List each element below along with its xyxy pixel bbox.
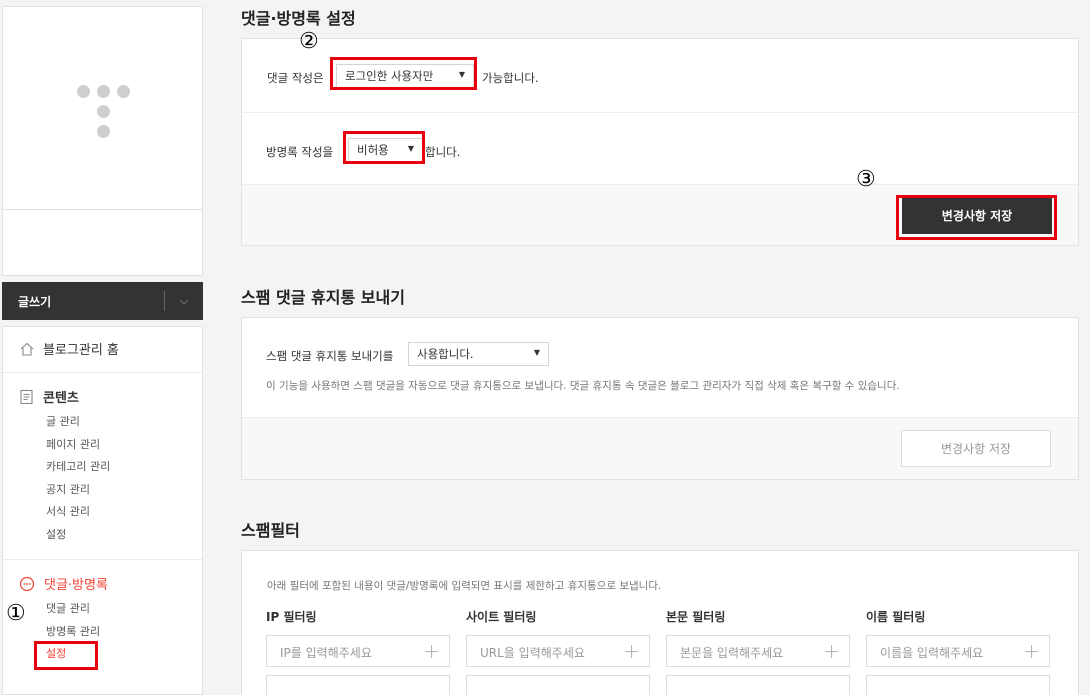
highlight-box-guestbook-select [343, 131, 425, 164]
write-bar[interactable]: 글쓰기 ⌵ [2, 282, 203, 320]
highlight-box-comment-select [330, 57, 477, 90]
chevron-down-icon[interactable]: ⌵ [165, 294, 203, 308]
sidebar-item-contents-settings[interactable]: 설정 [46, 524, 199, 547]
card-divider [3, 209, 202, 210]
section-title-comment-settings: 댓글·방명록 설정 [241, 9, 356, 28]
nav-divider [3, 372, 202, 373]
name-filter-placeholder: 이름을 입력해주세요 [880, 646, 984, 660]
spam-trash-description: 이 기능을 사용하면 스팸 댓글을 자동으로 댓글 휴지통으로 보냅니다. 댓글… [266, 380, 900, 392]
step-1-marker: ① [6, 601, 26, 626]
sidebar-item-pages[interactable]: 페이지 관리 [46, 434, 199, 457]
tistory-logo-icon [77, 85, 137, 145]
sidebar-section-contents: 콘텐츠 글 관리 페이지 관리 카테고리 관리 공지 관리 서식 관리 설정 [19, 387, 199, 546]
section-title-spam-trash: 스팸 댓글 휴지통 보내기 [241, 288, 405, 307]
spam-trash-label: 스팸 댓글 휴지통 보내기를 [266, 349, 394, 363]
ip-filter-list [266, 675, 450, 695]
sidebar-item-comments[interactable]: 댓글·방명록 [19, 574, 199, 593]
step-3-marker: ③ [856, 167, 876, 192]
row-divider [242, 112, 1078, 113]
spam-trash-panel: 스팸 댓글 휴지통 보내기를 사용합니다. ▼ 이 기능을 사용하면 스팸 댓글… [241, 317, 1079, 480]
site-filter-label: 사이트 필터링 [466, 610, 537, 624]
sidebar-item-notices[interactable]: 공지 관리 [46, 479, 199, 502]
spam-filter-description: 아래 필터에 포함된 내용이 댓글/방명록에 입력되면 표시를 제한하고 휴지통… [267, 580, 662, 592]
ip-filter-placeholder: IP를 입력해주세요 [280, 646, 372, 660]
spam-trash-select[interactable]: 사용합니다. ▼ [408, 342, 549, 366]
comment-suffix-text: 가능합니다. [482, 71, 539, 85]
document-icon [20, 389, 33, 404]
sidebar-item-contents[interactable]: 콘텐츠 [19, 387, 199, 406]
guestbook-prefix-text: 방명록 작성을 [266, 145, 334, 159]
save-bar: 변경사항 저장 [242, 417, 1078, 479]
highlight-box-settings [34, 641, 98, 670]
add-icon[interactable]: + [1023, 639, 1040, 663]
section-title-spam-filter: 스팸필터 [241, 521, 300, 540]
body-filter-label: 본문 필터링 [666, 610, 726, 624]
name-filter-label: 이름 필터링 [866, 610, 926, 624]
add-icon[interactable]: + [423, 639, 440, 663]
body-filter-input[interactable]: 본문을 입력해주세요 + [666, 635, 850, 667]
highlight-box-save-button [896, 195, 1057, 240]
body-filter-placeholder: 본문을 입력해주세요 [680, 646, 784, 660]
sidebar-nav: 블로그관리 홈 콘텐츠 글 관리 페이지 관리 카테고리 관리 공지 관리 서식… [2, 326, 203, 695]
sidebar-item-label: 블로그관리 홈 [43, 343, 119, 358]
site-filter-placeholder: URL을 입력해주세요 [480, 646, 585, 660]
speech-bubble-icon [19, 576, 35, 591]
site-filter-input[interactable]: URL을 입력해주세요 + [466, 635, 650, 667]
write-button[interactable]: 글쓰기 [2, 293, 164, 310]
sidebar-item-comment-manage[interactable]: 댓글 관리 [46, 598, 199, 621]
ip-filter-label: IP 필터링 [266, 610, 317, 624]
sidebar-item-label: 콘텐츠 [43, 391, 79, 406]
guestbook-suffix-text: 합니다. [425, 145, 461, 159]
ip-filter-input[interactable]: IP를 입력해주세요 + [266, 635, 450, 667]
sidebar-item-guestbook-manage[interactable]: 방명록 관리 [46, 621, 199, 644]
add-icon[interactable]: + [623, 639, 640, 663]
spam-trash-value: 사용합니다. [417, 347, 474, 361]
site-filter-list [466, 675, 650, 695]
save-button-disabled[interactable]: 변경사항 저장 [901, 430, 1051, 467]
sidebar-item-categories[interactable]: 카테고리 관리 [46, 456, 199, 479]
name-filter-input[interactable]: 이름을 입력해주세요 + [866, 635, 1050, 667]
spam-filter-panel: 아래 필터에 포함된 내용이 댓글/방명록에 입력되면 표시를 제한하고 휴지통… [241, 550, 1079, 695]
sidebar-item-label: 댓글·방명록 [44, 578, 108, 593]
step-2-marker: ② [299, 29, 319, 54]
sidebar-item-home[interactable]: 블로그관리 홈 [19, 339, 119, 358]
blog-profile-card [2, 6, 203, 276]
body-filter-list [666, 675, 850, 695]
dropdown-arrow-icon: ▼ [533, 348, 540, 357]
comment-prefix-text: 댓글 작성은 [267, 71, 324, 85]
sidebar-item-posts[interactable]: 글 관리 [46, 411, 199, 434]
name-filter-list [866, 675, 1050, 695]
sidebar-item-templates[interactable]: 서식 관리 [46, 501, 199, 524]
add-icon[interactable]: + [823, 639, 840, 663]
nav-divider [3, 559, 202, 560]
home-icon [20, 342, 34, 356]
